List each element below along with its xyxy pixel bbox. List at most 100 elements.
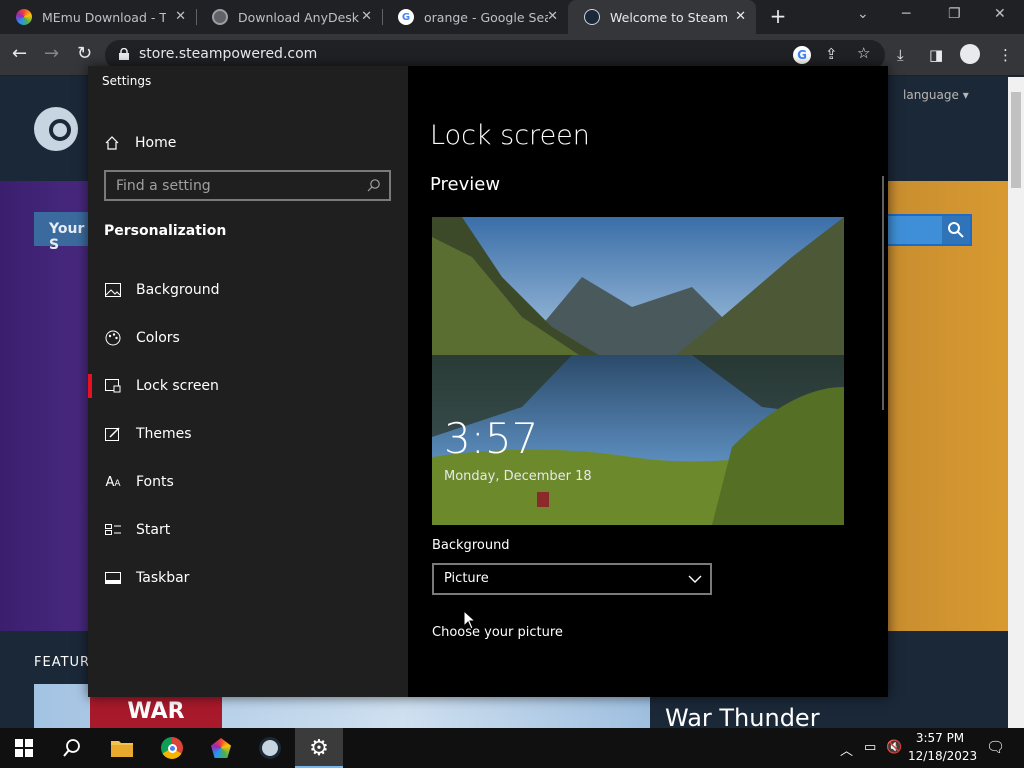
war-thunder-logo: WAR	[90, 695, 222, 728]
file-explorer-icon	[111, 741, 133, 757]
download-icon[interactable]: ⤓	[897, 46, 904, 64]
tab-google[interactable]: G orange - Google Searc ✕	[382, 0, 568, 34]
notification-center-icon[interactable]: 🗨	[986, 738, 1005, 756]
tab-steam[interactable]: Welcome to Steam ✕	[568, 0, 756, 34]
home-icon	[105, 136, 119, 150]
file-explorer-button[interactable]	[98, 728, 146, 768]
featured-heading: FEATUR	[34, 655, 91, 670]
search-placeholder: Find a setting	[116, 178, 211, 194]
steam-icon	[259, 737, 281, 759]
new-tab-button[interactable]: +	[768, 6, 788, 26]
nav-item-background[interactable]: Background	[88, 268, 408, 312]
settings-content: Lock screen Preview 3:57 Monday, Decembe…	[408, 66, 888, 697]
chevron-up-icon[interactable]: ︿	[840, 740, 853, 759]
windows-start-icon	[15, 739, 33, 757]
nav-label: Start	[136, 522, 171, 538]
nav-label: Fonts	[136, 474, 174, 490]
tab-title: orange - Google Searc	[424, 9, 548, 25]
start-button[interactable]	[0, 728, 48, 768]
chevron-down-icon[interactable]: ⌄	[857, 6, 869, 22]
background-dropdown[interactable]: Picture	[432, 563, 712, 595]
steam-logo[interactable]	[34, 107, 78, 151]
start-icon	[104, 521, 122, 539]
settings-taskbar-button[interactable]: ⚙	[295, 728, 343, 768]
preview-heading: Preview	[430, 174, 501, 195]
page-scrollbar-thumb[interactable]	[1011, 92, 1021, 188]
browser-tab-strip: MEmu Download - The ✕ Download AnyDesk R…	[0, 0, 1024, 34]
search-icon[interactable]	[942, 216, 970, 244]
google-lens-icon[interactable]: G	[793, 46, 811, 64]
nav-item-colors[interactable]: Colors	[88, 316, 408, 360]
bookmark-star-icon[interactable]: ☆	[857, 44, 870, 62]
lock-screen-preview: 3:57 Monday, December 18	[432, 217, 844, 525]
profile-avatar[interactable]	[960, 44, 980, 64]
nav-item-start[interactable]: Start	[88, 508, 408, 552]
home-label: Home	[135, 135, 177, 151]
preview-clock: 3:57	[444, 414, 539, 463]
minimize-window-button[interactable]: ─	[902, 6, 910, 22]
background-label: Background	[432, 538, 510, 553]
chevron-down-icon	[688, 575, 702, 583]
featured-game-title[interactable]: War Thunder	[665, 704, 820, 728]
nav-label: Background	[136, 282, 220, 298]
lock-icon[interactable]	[119, 48, 129, 60]
nav-label: Taskbar	[136, 570, 190, 586]
settings-gear-icon: ⚙	[309, 735, 329, 761]
forward-button[interactable]: →	[44, 44, 59, 64]
memu-icon	[211, 738, 231, 758]
background-dropdown-value: Picture	[444, 571, 489, 586]
nav-label: Themes	[136, 426, 192, 442]
nav-item-lock-screen[interactable]: Lock screen	[88, 364, 408, 408]
mouse-cursor-icon	[463, 610, 477, 630]
side-panel-icon[interactable]: ◨	[929, 46, 943, 64]
taskbar: ⚙ ︿ ▭ 🔇 3:57 PM 12/18/2023 🗨	[0, 728, 1024, 768]
network-icon[interactable]: ▭	[864, 740, 876, 755]
share-icon[interactable]: ⇪	[825, 45, 838, 63]
picture-icon	[104, 281, 122, 299]
fonts-icon: AA	[105, 474, 121, 490]
your-store-button[interactable]: Your S	[34, 212, 94, 253]
search-icon	[367, 179, 380, 192]
close-tab-icon[interactable]: ✕	[175, 9, 186, 24]
nav-label: Lock screen	[136, 378, 219, 394]
find-setting-input[interactable]: Find a setting	[104, 170, 391, 201]
restore-window-button[interactable]: ❐	[948, 6, 961, 22]
themes-icon	[104, 425, 122, 443]
tab-title: MEmu Download - The	[42, 9, 166, 25]
close-window-button[interactable]: ✕	[994, 6, 1006, 22]
globe-icon	[212, 9, 228, 25]
choose-picture-label: Choose your picture	[432, 625, 563, 640]
content-scrollbar[interactable]	[882, 176, 884, 410]
close-tab-icon[interactable]: ✕	[547, 9, 558, 24]
memu-button[interactable]	[197, 728, 245, 768]
window-title: Settings	[102, 74, 152, 88]
volume-muted-icon[interactable]: 🔇	[886, 740, 902, 755]
back-button[interactable]: ←	[12, 44, 27, 64]
chrome-button[interactable]	[148, 728, 196, 768]
close-tab-icon[interactable]: ✕	[361, 9, 372, 24]
taskbar-search-button[interactable]	[48, 728, 96, 768]
language-selector[interactable]: language ▾	[903, 88, 969, 102]
tab-memu[interactable]: MEmu Download - The ✕	[0, 0, 196, 34]
url-text[interactable]: store.steampowered.com	[139, 46, 317, 62]
memu-icon	[16, 9, 32, 25]
clock-date[interactable]: 12/18/2023	[908, 749, 977, 763]
close-tab-icon[interactable]: ✕	[735, 9, 746, 24]
nav-item-taskbar[interactable]: Taskbar	[88, 556, 408, 600]
clock-time[interactable]: 3:57 PM	[912, 731, 968, 745]
chrome-icon	[161, 737, 183, 759]
steam-icon	[584, 9, 600, 25]
tab-anydesk[interactable]: Download AnyDesk Re ✕	[196, 0, 382, 34]
more-menu-icon[interactable]: ⋮	[998, 46, 1013, 64]
nav-label: Colors	[136, 330, 180, 346]
taskbar-icon	[104, 569, 122, 587]
home-nav-item[interactable]: Home	[104, 128, 404, 158]
nav-item-fonts[interactable]: AA Fonts	[88, 460, 408, 504]
settings-sidebar: Settings Home Find a setting Personaliza…	[88, 66, 408, 697]
reload-button[interactable]: ↻	[77, 44, 92, 64]
search-icon	[63, 739, 80, 757]
nav-item-themes[interactable]: Themes	[88, 412, 408, 456]
tab-title: Download AnyDesk Re	[238, 9, 362, 25]
steam-taskbar-button[interactable]	[246, 728, 294, 768]
google-icon: G	[398, 9, 414, 25]
